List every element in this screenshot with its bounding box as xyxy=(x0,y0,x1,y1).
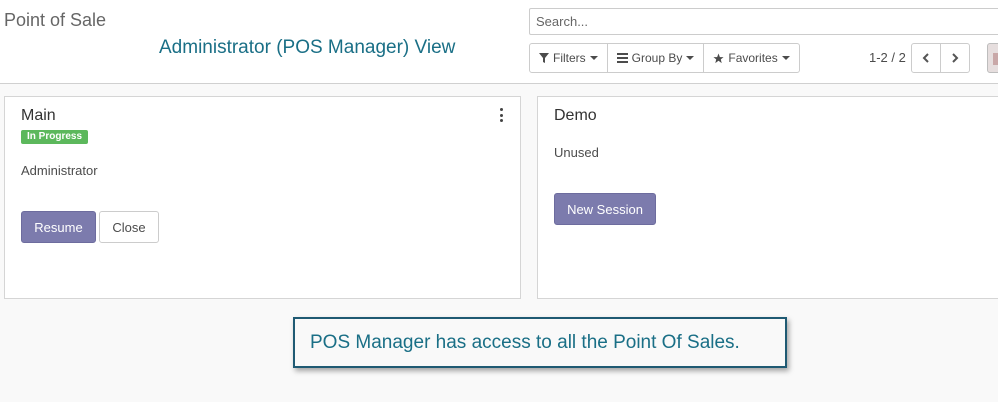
annotation-title: Administrator (POS Manager) View xyxy=(159,37,456,58)
breadcrumb[interactable]: Point of Sale xyxy=(4,10,106,31)
session-user: Administrator xyxy=(21,163,98,178)
session-status-text: Unused xyxy=(554,145,599,160)
search-options-group: Filters Group By Favorites xyxy=(529,43,800,73)
chevron-down-icon xyxy=(686,56,695,60)
view-icon xyxy=(993,53,998,65)
resume-button[interactable]: Resume xyxy=(21,211,96,243)
search-box[interactable] xyxy=(529,8,998,35)
filters-button[interactable]: Filters xyxy=(529,43,608,73)
group-by-button[interactable]: Group By xyxy=(606,43,705,73)
pos-card-title: Demo xyxy=(554,107,597,124)
list-icon xyxy=(616,53,628,63)
favorites-label: Favorites xyxy=(728,51,778,65)
pager-previous-button[interactable] xyxy=(911,43,941,73)
chevron-right-icon xyxy=(952,53,959,63)
status-badge: In Progress xyxy=(21,130,89,144)
annotation-callout: POS Manager has access to all the Point … xyxy=(293,317,787,368)
chevron-down-icon xyxy=(589,56,598,60)
chevron-down-icon xyxy=(781,56,790,60)
new-session-button[interactable]: New Session xyxy=(554,193,656,225)
pager-value[interactable]: 1-2 / 2 xyxy=(869,50,906,65)
pager-next-button[interactable] xyxy=(940,43,970,73)
pos-card-title: Main xyxy=(21,107,56,124)
view-switcher-button[interactable] xyxy=(987,43,998,73)
star-icon xyxy=(713,52,724,63)
group-by-label: Group By xyxy=(631,51,683,65)
close-button[interactable]: Close xyxy=(99,211,159,243)
pos-card-main: Main In Progress Administrator Resume Cl… xyxy=(4,96,521,299)
search-input[interactable] xyxy=(530,9,998,34)
control-panel: Point of Sale Administrator (POS Manager… xyxy=(0,0,998,84)
favorites-button[interactable]: Favorites xyxy=(703,43,800,73)
filters-label: Filters xyxy=(553,51,586,65)
kebab-menu-icon[interactable] xyxy=(496,108,506,122)
pos-card-demo: Demo Unused New Session xyxy=(537,96,998,299)
filter-icon xyxy=(539,53,549,63)
chevron-left-icon xyxy=(922,53,929,63)
